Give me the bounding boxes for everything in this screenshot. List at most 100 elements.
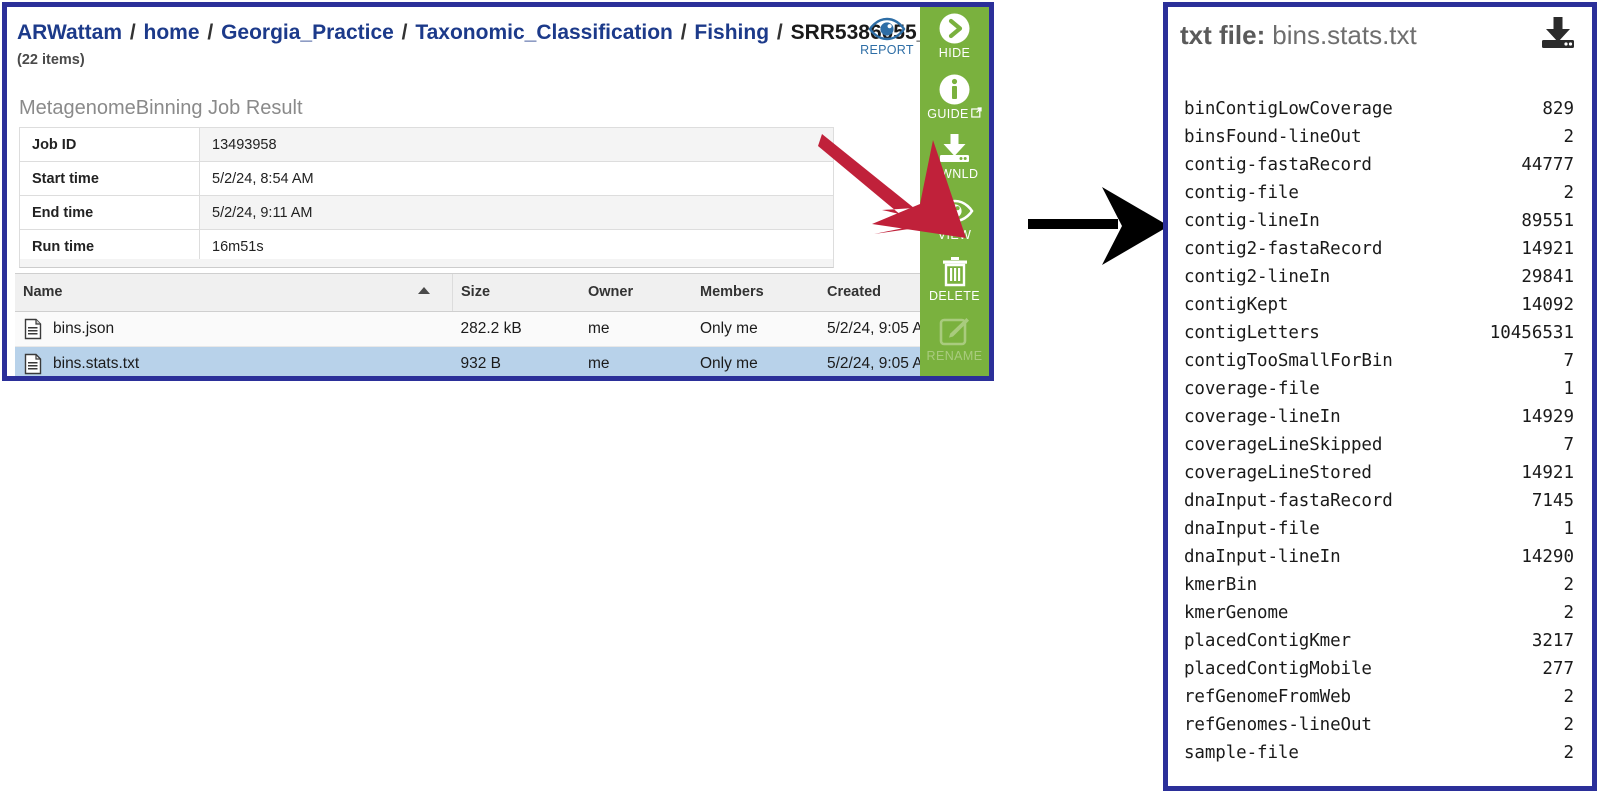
stat-key: contig-lineIn [1184,211,1320,231]
job-result-value: 5/2/24, 9:11 AM [199,195,834,230]
stat-value: 2 [1563,743,1574,763]
breadcrumb-separator: / [395,21,414,44]
column-header-size[interactable]: Size [452,274,580,312]
job-result-key: Start time [19,161,200,196]
file-name-label: bins.json [53,319,115,337]
column-header-name-label: Name [23,284,63,300]
stat-key: contig-file [1184,183,1299,203]
sidebar-button-view[interactable]: VIEW [920,194,989,255]
workspace-panel: ARWattam / home / Georgia_Practice / Tax… [2,2,994,381]
stat-value: 7145 [1531,491,1574,511]
stat-value: 14290 [1521,547,1574,567]
stat-key: dnaInput-lineIn [1184,547,1341,567]
stat-key: dnaInput-fastaRecord [1184,491,1393,511]
breadcrumb-link-taxonomic_classification[interactable]: Taxonomic_Classification [415,21,673,44]
stat-value: 3217 [1531,631,1574,651]
file-viewer-filename: bins.stats.txt [1272,19,1417,50]
job-result-key: Job ID [19,127,200,162]
stat-row: refGenomeFromWeb 2 [1184,683,1580,711]
sidebar-button-label: RENAME [927,349,983,363]
stat-key: placedContigKmer [1184,631,1351,651]
stat-value: 7 [1563,351,1574,371]
sidebar-button-guide[interactable]: GUIDE [920,73,989,134]
report-label: REPORT [860,43,914,57]
stat-key: contig2-lineIn [1184,267,1331,287]
stat-value: 2 [1563,603,1574,623]
sidebar-label-text: GUIDE [927,106,969,121]
stat-value: 10456531 [1489,323,1574,343]
file-list-table: Name Size Owner Members Created bins.jso… [15,274,989,376]
stat-key: coverageLineStored [1184,463,1372,483]
sidebar-button-label: DELETE [929,289,980,303]
file-list-body: bins.json 282.2 kB me Only me 5/2/24, 9:05 A… [15,311,989,376]
stat-key: coverage-lineIn [1184,407,1341,427]
sidebar-button-label: VIEW [938,228,972,242]
job-result-table-body: Job ID 13493958 Start time 5/2/24, 8:54 AM E… [19,127,834,264]
stat-row: contigLetters 10456531 [1184,319,1580,347]
sidebar-button-dwnld[interactable]: DWNLD [920,133,989,194]
breadcrumb-link-arwattam[interactable]: ARWattam [17,21,122,44]
table-row[interactable]: bins.json 282.2 kB me Only me 5/2/24, 9:05 A… [15,311,989,347]
file-list-header: Name Size Owner Members Created [15,274,989,312]
file-name-cell[interactable]: bins.stats.txt [15,346,453,376]
stat-value: 2 [1563,127,1574,147]
sidebar-label-text: DWNLD [930,167,979,182]
stat-value: 1 [1563,379,1574,399]
job-result-value: 13493958 [199,127,834,162]
stat-key: kmerGenome [1184,603,1289,623]
breadcrumb-separator: / [771,21,789,44]
eye-icon [855,16,919,44]
file-name-wrapper: bins.stats.txt [15,353,449,375]
sort-ascending-icon [418,287,430,294]
stat-row: contig-file 2 [1184,179,1580,207]
file-owner-cell: me [580,311,692,347]
breadcrumb-separator: / [201,21,220,44]
stat-row: contig2-fastaRecord 14921 [1184,235,1580,263]
stat-value: 14929 [1521,407,1574,427]
stat-row: dnaInput-fastaRecord 7145 [1184,487,1580,515]
sidebar-button-hide[interactable]: HIDE [920,12,989,73]
sidebar-label-text: RENAME [926,349,983,364]
file-viewer-panel: txt file: bins.stats.txt binContigLowCov… [1163,2,1597,791]
report-button[interactable]: REPORT [855,16,919,57]
sidebar-button-label: DWNLD [931,167,979,181]
file-name-cell[interactable]: bins.json [15,311,453,347]
stat-key: refGenomes-lineOut [1184,715,1372,735]
stat-row: contig-fastaRecord 44777 [1184,151,1580,179]
stat-value: 89551 [1521,211,1574,231]
stat-row: binsFound-lineOut 2 [1184,123,1580,151]
job-result-row: Job ID 13493958 [19,127,834,162]
stat-row: contigTooSmallForBin 7 [1184,347,1580,375]
file-name-label: bins.stats.txt [53,354,140,372]
download-icon[interactable] [1540,16,1576,55]
file-owner-cell: me [580,346,692,376]
column-header-name[interactable]: Name [15,274,453,312]
sidebar-button-rename[interactable]: RENAME [920,315,989,376]
breadcrumb-link-georgia_practice[interactable]: Georgia_Practice [221,21,394,44]
external-link-icon [970,107,982,121]
stat-row: contigKept 14092 [1184,291,1580,319]
column-header-owner[interactable]: Owner [580,274,692,312]
stat-row: coverageLineStored 14921 [1184,459,1580,487]
sidebar-label-text: HIDE [938,46,971,60]
column-header-members[interactable]: Members [692,274,819,312]
sidebar-button-label: GUIDE [927,107,982,121]
stat-value: 14921 [1521,239,1574,259]
sidebar-label-text: VIEW [937,228,972,243]
job-result-value: 5/2/24, 8:54 AM [199,161,834,196]
trash-icon [941,255,969,288]
pencil-square-icon [939,315,970,348]
sidebar-button-delete[interactable]: DELETE [920,255,989,316]
stat-key: contigKept [1184,295,1289,315]
stat-row: dnaInput-lineIn 14290 [1184,543,1580,571]
stat-row: kmerBin 2 [1184,571,1580,599]
file-members-cell: Only me [692,311,819,347]
stat-key: binContigLowCoverage [1184,99,1393,119]
table-row[interactable]: bins.stats.txt 932 Bme Only me 5/2/24, 9:05… [15,346,989,376]
stat-row: dnaInput-file 1 [1184,515,1580,543]
breadcrumb-link-fishing[interactable]: Fishing [694,21,769,44]
stat-key: coverageLineSkipped [1184,435,1383,455]
breadcrumb-link-home[interactable]: home [144,21,200,44]
items-count: (22 items) [17,52,85,68]
file-content-stats: binContigLowCoverage 829 binsFound-lineOut… [1184,95,1580,767]
